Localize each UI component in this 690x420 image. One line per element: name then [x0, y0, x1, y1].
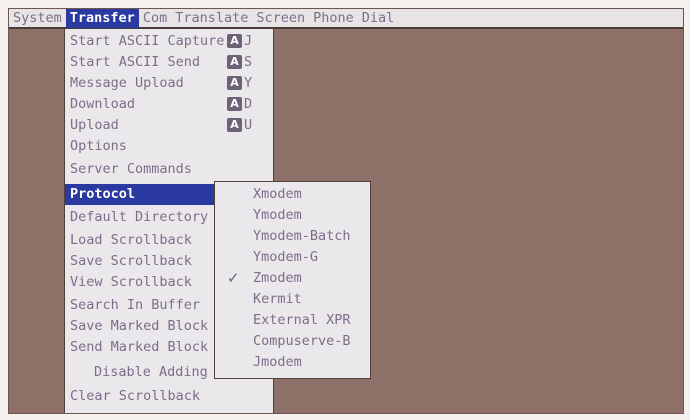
protocol-item-ymodem-batch[interactable]: Ymodem-Batch: [215, 226, 370, 247]
menu-item-clear-scrollback[interactable]: Clear Scrollback: [65, 386, 273, 407]
shortcut: A U: [227, 118, 252, 132]
protocol-item-compuserve-b[interactable]: Compuserve-B: [215, 331, 370, 352]
menu-dial[interactable]: Dial: [358, 9, 399, 28]
menu-transfer[interactable]: Transfer: [65, 9, 139, 28]
amiga-key-icon: A: [227, 34, 242, 48]
protocol-item-kermit[interactable]: Kermit: [215, 289, 370, 310]
menu-item-start-ascii-send[interactable]: Start ASCII Send A S: [65, 52, 273, 73]
protocol-item-ymodem-g[interactable]: Ymodem-G: [215, 247, 370, 268]
menu-item-download[interactable]: Download A D: [65, 94, 273, 115]
protocol-item-ymodem[interactable]: Ymodem: [215, 205, 370, 226]
protocol-item-xmodem[interactable]: Xmodem: [215, 184, 370, 205]
shortcut: A Y: [227, 76, 252, 90]
amiga-key-icon: A: [227, 118, 242, 132]
protocol-item-external-xpr[interactable]: External XPR: [215, 310, 370, 331]
menu-system[interactable]: System: [9, 9, 66, 28]
menu-item-server-commands[interactable]: Server Commands: [65, 159, 273, 180]
protocol-submenu: Xmodem Ymodem Ymodem-Batch Ymodem-G ✓ Zm…: [214, 181, 371, 379]
shortcut: A S: [227, 55, 252, 69]
amiga-key-icon: A: [227, 55, 242, 69]
terminal-screen: System Transfer Com Translate Screen Pho…: [8, 8, 684, 414]
amiga-key-icon: A: [227, 76, 242, 90]
shortcut: A J: [227, 34, 252, 48]
menu-item-upload[interactable]: Upload A U: [65, 115, 273, 136]
menu-item-start-ascii-capture[interactable]: Start ASCII Capture A J: [65, 31, 273, 52]
menu-bar: System Transfer Com Translate Screen Pho…: [9, 9, 683, 29]
menu-item-options[interactable]: Options: [65, 136, 273, 157]
shortcut: A D: [227, 97, 252, 111]
checkmark-icon: ✓: [227, 269, 240, 287]
menu-com[interactable]: Com: [139, 9, 171, 28]
amiga-key-icon: A: [227, 97, 242, 111]
protocol-item-jmodem[interactable]: Jmodem: [215, 352, 370, 373]
menu-screen[interactable]: Screen: [252, 9, 309, 28]
menu-phone[interactable]: Phone: [309, 9, 358, 28]
protocol-item-zmodem[interactable]: ✓ Zmodem: [215, 268, 370, 289]
menu-item-message-upload[interactable]: Message Upload A Y: [65, 73, 273, 94]
menu-item-protocol[interactable]: Protocol: [65, 184, 215, 205]
menu-translate[interactable]: Translate: [171, 9, 252, 28]
